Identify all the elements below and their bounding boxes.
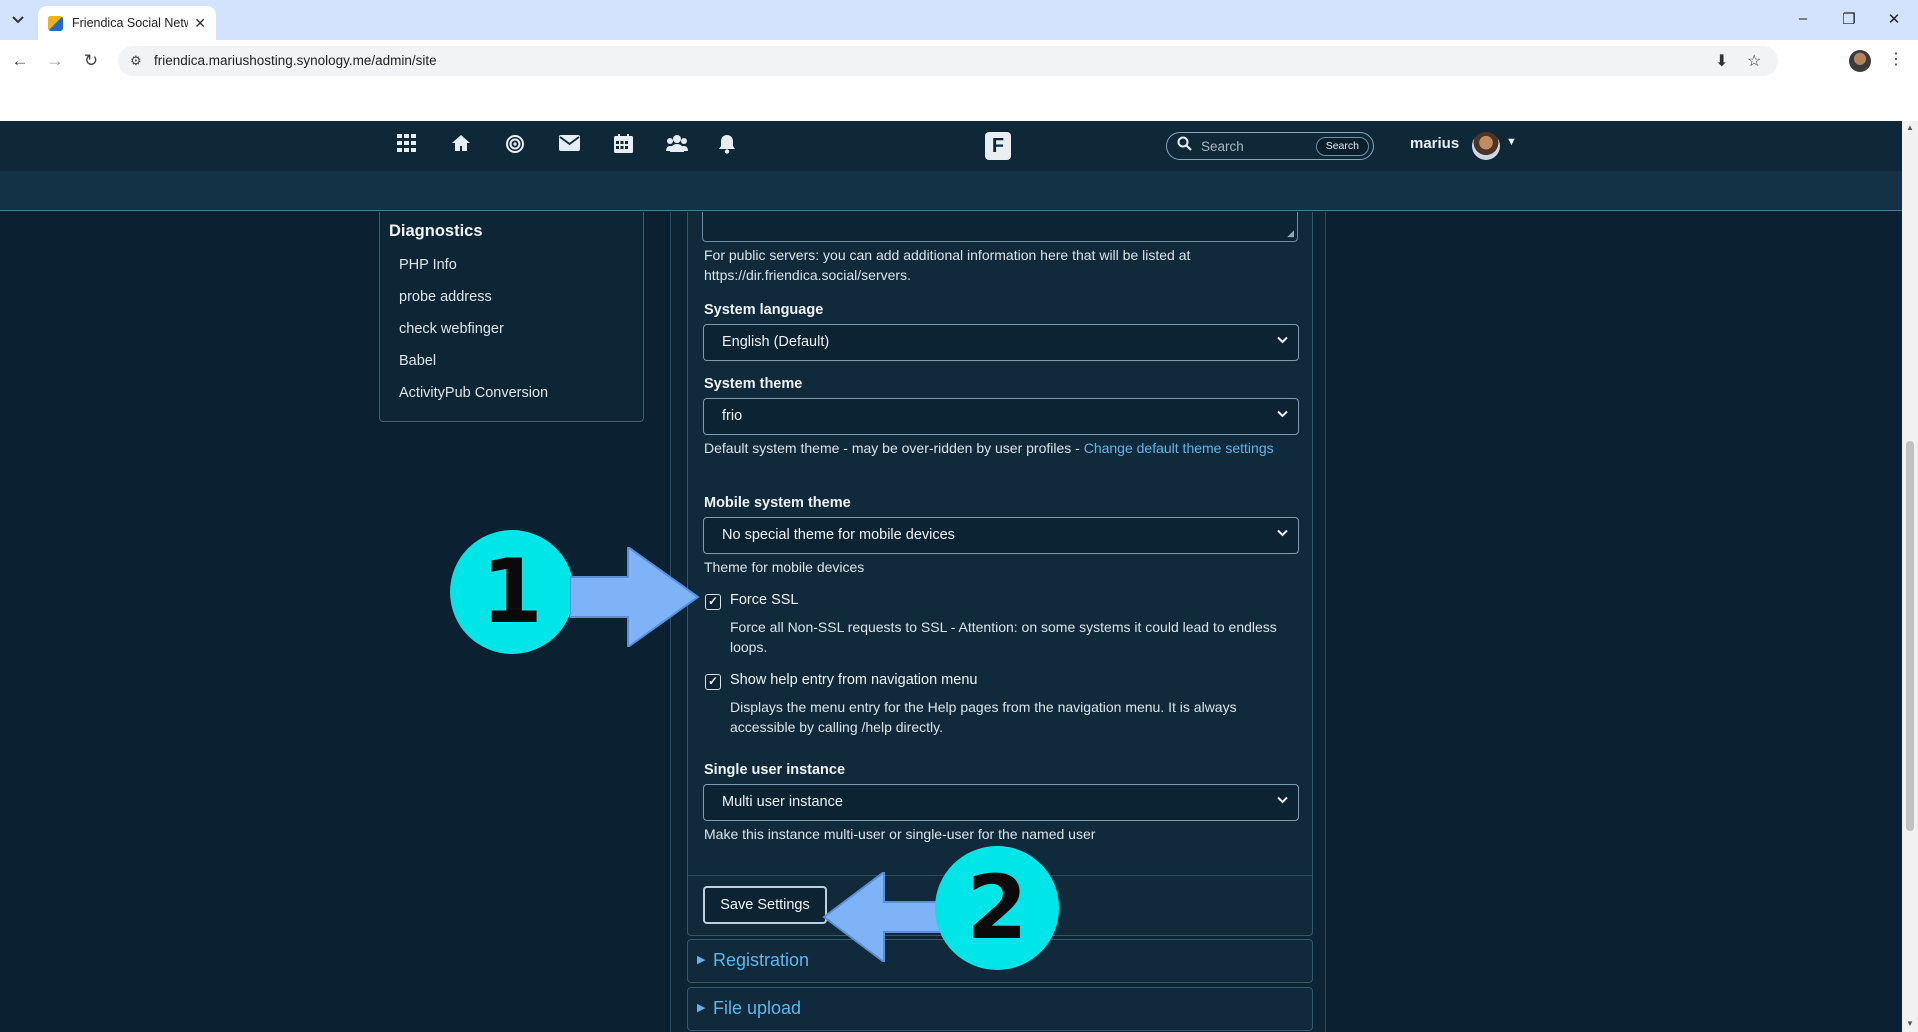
mobile-theme-label: Mobile system theme xyxy=(704,495,851,511)
save-settings-button[interactable]: Save Settings xyxy=(703,886,827,924)
show-help-checkbox[interactable]: ✓ xyxy=(705,674,721,690)
mobile-theme-value: No special theme for mobile devices xyxy=(722,527,955,543)
user-avatar[interactable] xyxy=(1472,132,1500,160)
browser-menu-icon[interactable]: ⋮ xyxy=(1888,49,1904,69)
browser-toolbar: ← → ↻ ⚙ friendica.mariushosting.synology… xyxy=(0,40,1918,82)
force-ssl-label[interactable]: Force SSL xyxy=(730,592,799,608)
search-icon xyxy=(1177,136,1192,155)
system-theme-help: Default system theme - may be over-ridde… xyxy=(704,438,1294,458)
system-theme-label: System theme xyxy=(704,376,803,392)
url-text[interactable]: friendica.mariushosting.synology.me/admi… xyxy=(154,53,437,68)
bookmark-star-icon[interactable]: ☆ xyxy=(1747,51,1761,71)
system-language-select[interactable]: English (Default) xyxy=(703,324,1299,361)
file-upload-accordion[interactable]: ▶ File upload xyxy=(687,987,1313,1031)
sidebar-item-probe-address[interactable]: probe address xyxy=(399,289,492,305)
address-bar[interactable]: ⚙ friendica.mariushosting.synology.me/ad… xyxy=(118,46,1778,76)
page-scrollbar[interactable]: ▲ ▼ xyxy=(1902,121,1918,1032)
friendica-favicon-icon xyxy=(48,15,63,31)
network-icon[interactable] xyxy=(503,134,527,158)
notifications-icon[interactable] xyxy=(715,134,739,158)
system-language-label: System language xyxy=(704,302,824,318)
force-ssl-checkbox[interactable]: ✓ xyxy=(705,594,721,610)
sidebar-item-check-webfinger[interactable]: check webfinger xyxy=(399,321,504,337)
caret-right-icon: ▶ xyxy=(697,1002,706,1014)
system-language-value: English (Default) xyxy=(722,334,830,350)
caret-right-icon: ▶ xyxy=(697,954,706,966)
calendar-icon[interactable] xyxy=(611,134,635,158)
mail-icon[interactable] xyxy=(557,134,581,158)
home-icon[interactable] xyxy=(449,134,473,158)
sidebar-title: Diagnostics xyxy=(389,222,483,240)
resize-grip-icon[interactable]: ◢ xyxy=(1287,228,1294,239)
step-2-arrow-icon xyxy=(822,872,943,962)
show-help-label[interactable]: Show help entry from navigation menu xyxy=(730,672,977,688)
search-form: Search xyxy=(1166,132,1374,160)
diagnostics-sidebar: Diagnostics PHP Info probe address check… xyxy=(379,212,644,422)
apps-grid-icon[interactable] xyxy=(395,134,419,158)
single-user-value: Multi user instance xyxy=(722,794,843,810)
username[interactable]: marius xyxy=(1410,135,1459,152)
browser-tab-active[interactable]: Friendica Social Netw ✕ xyxy=(38,6,216,40)
step-2-badge: 2 xyxy=(935,846,1059,970)
tab-title: Friendica Social Netw xyxy=(72,16,189,30)
single-user-label: Single user instance xyxy=(704,762,846,778)
page-top-whitespace xyxy=(0,82,1918,121)
scroll-down-icon[interactable]: ▼ xyxy=(1906,1019,1914,1028)
chevron-down-icon xyxy=(1277,333,1288,347)
secondary-nav-bar xyxy=(0,171,1902,211)
show-help-help: Displays the menu entry for the Help pag… xyxy=(730,699,1237,735)
tab-close-icon[interactable]: ✕ xyxy=(194,15,206,32)
browser-tabbar: Friendica Social Netw ✕ – ❐ ✕ xyxy=(0,0,1918,40)
scroll-thumb[interactable] xyxy=(1906,441,1914,831)
mobile-theme-select[interactable]: No special theme for mobile devices xyxy=(703,517,1299,554)
step-1-arrow-icon xyxy=(570,547,700,647)
system-theme-select[interactable]: frio xyxy=(703,398,1299,435)
sidebar-item-php-info[interactable]: PHP Info xyxy=(399,257,457,273)
single-user-help: Make this instance multi-user or single-… xyxy=(704,826,1096,842)
browser-profile-avatar[interactable] xyxy=(1849,50,1871,72)
scroll-up-icon[interactable]: ▲ xyxy=(1906,123,1914,132)
additional-info-help: For public servers: you can add addition… xyxy=(704,247,1191,283)
reload-icon[interactable]: ↻ xyxy=(80,50,102,72)
system-theme-help-text: Default system theme - may be over-ridde… xyxy=(704,440,1084,456)
chevron-down-icon xyxy=(1277,407,1288,421)
sidebar-item-activitypub-conversion[interactable]: ActivityPub Conversion xyxy=(399,385,548,401)
site-info-icon[interactable]: ⚙ xyxy=(130,53,142,69)
restore-icon[interactable]: ❐ xyxy=(1839,10,1859,28)
single-user-select[interactable]: Multi user instance xyxy=(703,784,1299,821)
search-button[interactable]: Search xyxy=(1315,137,1369,156)
chevron-down-icon xyxy=(1277,526,1288,540)
change-theme-settings-link[interactable]: Change default theme settings xyxy=(1084,440,1274,456)
close-window-icon[interactable]: ✕ xyxy=(1884,10,1904,28)
page-content: Diagnostics PHP Info probe address check… xyxy=(0,212,1902,1032)
system-theme-value: frio xyxy=(722,408,743,424)
forward-arrow-icon[interactable]: → xyxy=(44,50,66,72)
general-settings-panel: ◢ For public servers: you can add additi… xyxy=(687,212,1313,936)
contacts-icon[interactable] xyxy=(665,134,689,158)
chevron-down-icon xyxy=(1277,793,1288,807)
step-1-badge: 1 xyxy=(450,530,574,654)
friendica-logo[interactable]: F xyxy=(985,132,1011,160)
registration-accordion-title[interactable]: Registration xyxy=(713,950,809,971)
force-ssl-help: Force all Non-SSL requests to SSL - Atte… xyxy=(730,619,1277,655)
minimize-icon[interactable]: – xyxy=(1793,10,1813,27)
additional-info-textarea[interactable]: ◢ xyxy=(702,212,1298,242)
install-app-icon[interactable]: ⬇ xyxy=(1715,51,1728,71)
back-arrow-icon[interactable]: ← xyxy=(9,50,31,72)
tab-list-chevron-icon[interactable] xyxy=(6,9,30,31)
mobile-theme-help: Theme for mobile devices xyxy=(704,559,865,575)
sidebar-item-babel[interactable]: Babel xyxy=(399,353,436,369)
file-upload-accordion-title[interactable]: File upload xyxy=(713,998,801,1019)
friendica-navbar: F Search marius ▼ xyxy=(0,121,1902,171)
search-input[interactable] xyxy=(1201,137,1311,155)
user-menu-caret-icon[interactable]: ▼ xyxy=(1506,136,1517,148)
